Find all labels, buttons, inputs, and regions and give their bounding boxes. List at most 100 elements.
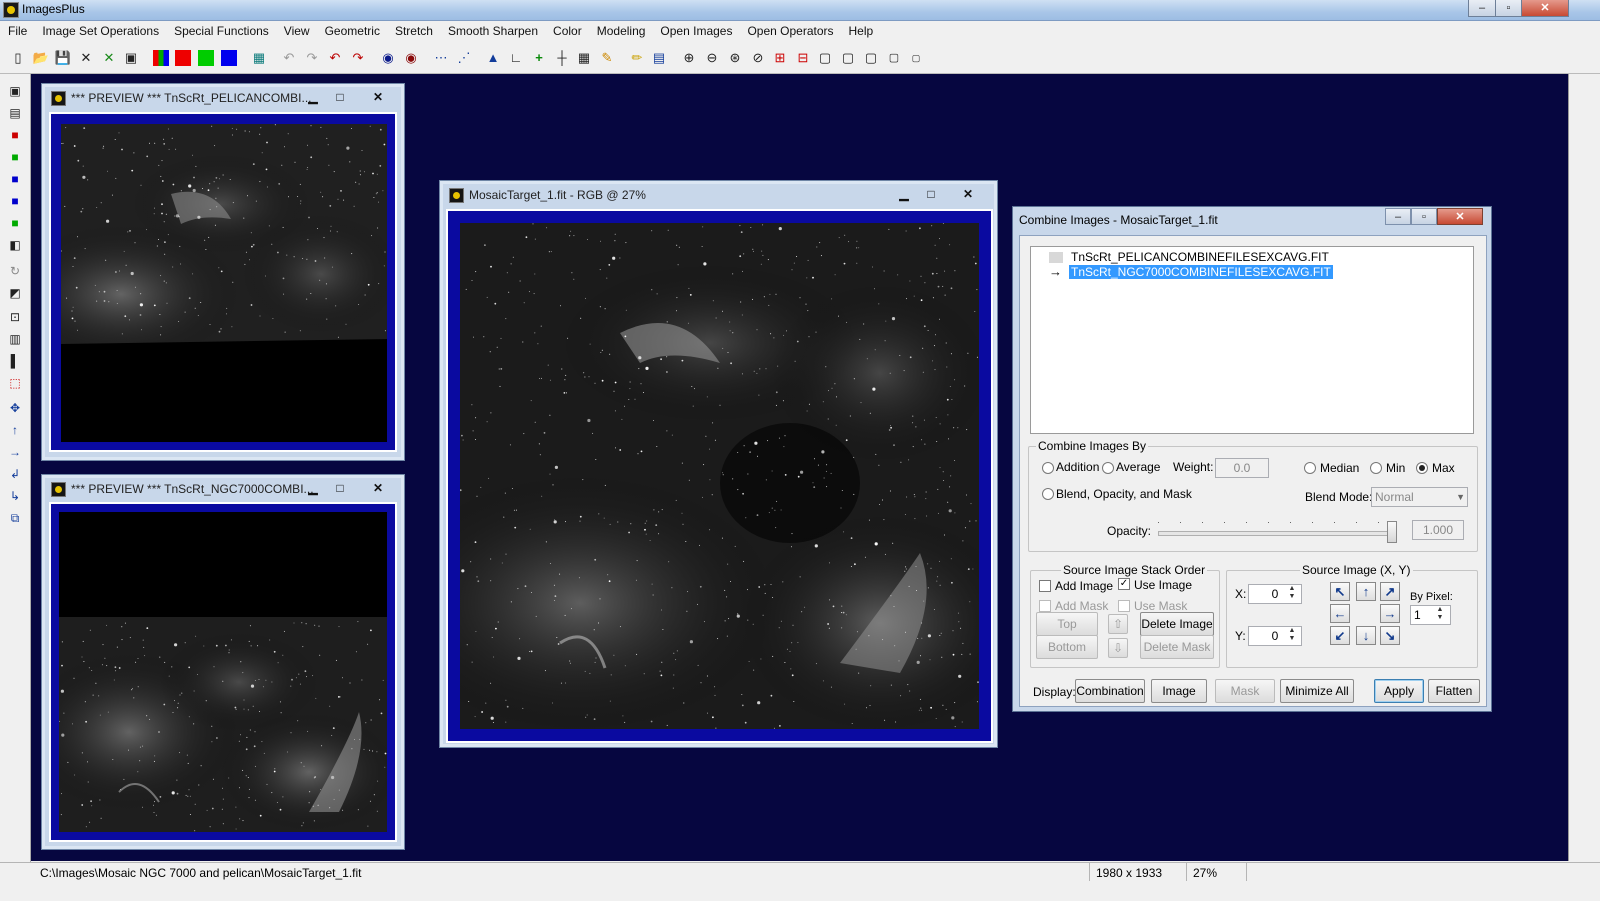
redo-disabled-icon[interactable]: ↷ [302, 48, 322, 68]
calculator-icon[interactable]: ▦ [574, 48, 594, 68]
dotted-corner-icon[interactable]: ⋰ [454, 48, 474, 68]
menu-modeling[interactable]: Modeling [589, 21, 653, 38]
dialog-close-button[interactable]: ✕ [1437, 208, 1483, 225]
gradient-icon[interactable]: ◩ [6, 284, 24, 302]
crop-icon[interactable]: ⊡ [6, 308, 24, 326]
close-all-icon[interactable]: ✕ [99, 48, 119, 68]
menu-geometric[interactable]: Geometric [317, 21, 387, 38]
menu-color[interactable]: Color [545, 21, 589, 38]
maximize-app-button[interactable]: ▫ [1495, 0, 1522, 17]
layers-icon[interactable]: ▤ [649, 48, 669, 68]
use-mask-checkbox[interactable] [1118, 600, 1130, 612]
blue-stack-icon[interactable]: ■ [6, 192, 24, 210]
circle-mask-icon[interactable]: ◉ [401, 48, 421, 68]
maximize-button[interactable]: □ [919, 185, 943, 203]
histogram-icon[interactable]: ▲ [483, 48, 503, 68]
circle-select-icon[interactable]: ◉ [378, 48, 398, 68]
crosshair-plus-icon[interactable]: + [529, 48, 549, 68]
new-file-icon[interactable]: ▯ [8, 48, 28, 68]
grayscale-icon[interactable]: ▦ [249, 48, 269, 68]
frame-medium-icon[interactable]: ▢ [838, 48, 858, 68]
menu-stretch[interactable]: Stretch [387, 21, 440, 38]
frame-smaller-icon[interactable]: ▢ [884, 48, 904, 68]
red-channel-icon[interactable] [175, 50, 191, 66]
preview-image-pelican[interactable] [61, 124, 387, 442]
add-box-icon[interactable]: ⊞ [770, 48, 790, 68]
weight-field[interactable]: 0.0 [1215, 458, 1269, 478]
image-stack-list[interactable]: TnScRt_PELICANCOMBINEFILESEXCAVG.FIT → T… [1030, 246, 1474, 434]
app-icon[interactable] [3, 2, 19, 18]
menu-file[interactable]: File [0, 21, 34, 38]
black-white-icon[interactable]: ◧ [6, 236, 24, 254]
opacity-slider-thumb[interactable] [1387, 521, 1397, 543]
menu-help[interactable]: Help [841, 21, 881, 38]
print-icon[interactable]: ▣ [121, 48, 141, 68]
use-image-checkbox[interactable]: ✓ [1118, 578, 1130, 590]
mosaic-target-window[interactable]: MosaicTarget_1.fit - RGB @ 27% ▁ □ ✕ [439, 180, 998, 748]
minimize-button[interactable]: ▁ [892, 185, 916, 203]
red-overlay-icon[interactable]: ■ [6, 126, 24, 144]
flatten-button[interactable]: Flatten [1428, 679, 1480, 703]
minimize-button[interactable]: ▁ [301, 88, 325, 106]
add-mask-checkbox[interactable] [1039, 600, 1051, 612]
open-folder-icon[interactable]: 📂 [31, 48, 51, 68]
list-item-pelican[interactable]: TnScRt_PELICANCOMBINEFILESEXCAVG.FIT [1071, 250, 1329, 264]
min-radio[interactable] [1370, 462, 1382, 474]
minimize-all-button[interactable]: Minimize All [1280, 679, 1354, 703]
flip-down-icon[interactable]: ↳ [6, 487, 24, 505]
move-up-button-icon[interactable]: ↑ [1356, 582, 1376, 601]
combination-button[interactable]: Combination [1075, 679, 1145, 703]
half-black-icon[interactable]: ▌ [6, 352, 24, 370]
blue-overlay-icon[interactable]: ■ [6, 170, 24, 188]
zoom-out-icon[interactable]: ⊖ [702, 48, 722, 68]
median-radio[interactable] [1304, 462, 1316, 474]
bottom-button[interactable]: Bottom [1036, 635, 1098, 659]
close-image-icon[interactable]: ✕ [76, 48, 96, 68]
blue-channel-icon[interactable] [221, 50, 237, 66]
maximize-button[interactable]: □ [328, 88, 352, 106]
green-channel-icon[interactable] [198, 50, 214, 66]
mask-button[interactable]: Mask [1215, 679, 1275, 703]
preview-window-pelican[interactable]: *** PREVIEW *** TnScRt_PELICANCOMBI... ▁… [41, 83, 405, 461]
zoom-actual-icon[interactable]: ⊘ [748, 48, 768, 68]
move-left-icon[interactable]: ← [1330, 604, 1350, 623]
x-spinner[interactable]: ▲ ▼ [1286, 585, 1298, 602]
opacity-slider-track[interactable] [1158, 531, 1396, 536]
preview-window-ngc7000[interactable]: *** PREVIEW *** TnScRt_NGC7000COMBI... ▁… [41, 474, 405, 850]
blend-radio[interactable] [1042, 488, 1054, 500]
preview-image-ngc7000[interactable] [59, 512, 387, 832]
save-icon[interactable]: 💾 [53, 48, 73, 68]
move-down-right-icon[interactable]: ↘ [1380, 626, 1400, 645]
menu-open-operators[interactable]: Open Operators [739, 21, 840, 38]
columns-icon[interactable]: ▥ [6, 330, 24, 348]
menu-smooth-sharpen[interactable]: Smooth Sharpen [440, 21, 545, 38]
frame-smallest-icon[interactable]: ▢ [906, 48, 926, 68]
green-stack-icon[interactable]: ■ [6, 214, 24, 232]
frame-large-icon[interactable]: ▢ [815, 48, 835, 68]
move-up-left-icon[interactable]: ↖ [1330, 582, 1350, 601]
save-small-icon[interactable]: ▣ [6, 82, 24, 100]
copy-icon[interactable]: ▤ [6, 104, 24, 122]
add-image-checkbox[interactable] [1039, 580, 1051, 592]
close-app-button[interactable]: ✕ [1521, 0, 1569, 17]
list-item-ngc7000-selected[interactable]: TnScRt_NGC7000COMBINEFILESEXCAVG.FIT [1069, 265, 1333, 279]
dialog-maximize-button[interactable]: ▫ [1411, 208, 1437, 225]
menu-special-functions[interactable]: Special Functions [166, 21, 276, 38]
move-up-right-icon[interactable]: ↗ [1380, 582, 1400, 601]
curve-icon[interactable]: ∟ [506, 48, 526, 68]
palette-icon[interactable]: ✎ [597, 48, 617, 68]
move-icon[interactable]: ✥ [6, 399, 24, 417]
mosaic-image[interactable] [460, 223, 979, 729]
max-radio[interactable] [1416, 462, 1428, 474]
close-button[interactable]: ✕ [366, 88, 390, 106]
menu-open-images[interactable]: Open Images [652, 21, 739, 38]
by-pixel-spinner[interactable]: ▲ ▼ [1434, 606, 1446, 623]
flip-left-icon[interactable]: ↲ [6, 465, 24, 483]
blend-mode-select[interactable]: Normal ▼ [1371, 487, 1468, 507]
menu-image-set-operations[interactable]: Image Set Operations [34, 21, 166, 38]
image-button[interactable]: Image [1151, 679, 1207, 703]
close-button[interactable]: ✕ [956, 185, 980, 203]
duplicate-icon[interactable]: ⧉ [6, 509, 24, 527]
undo-disabled-icon[interactable]: ↶ [279, 48, 299, 68]
dotted-line-icon[interactable]: ⋯ [431, 48, 451, 68]
